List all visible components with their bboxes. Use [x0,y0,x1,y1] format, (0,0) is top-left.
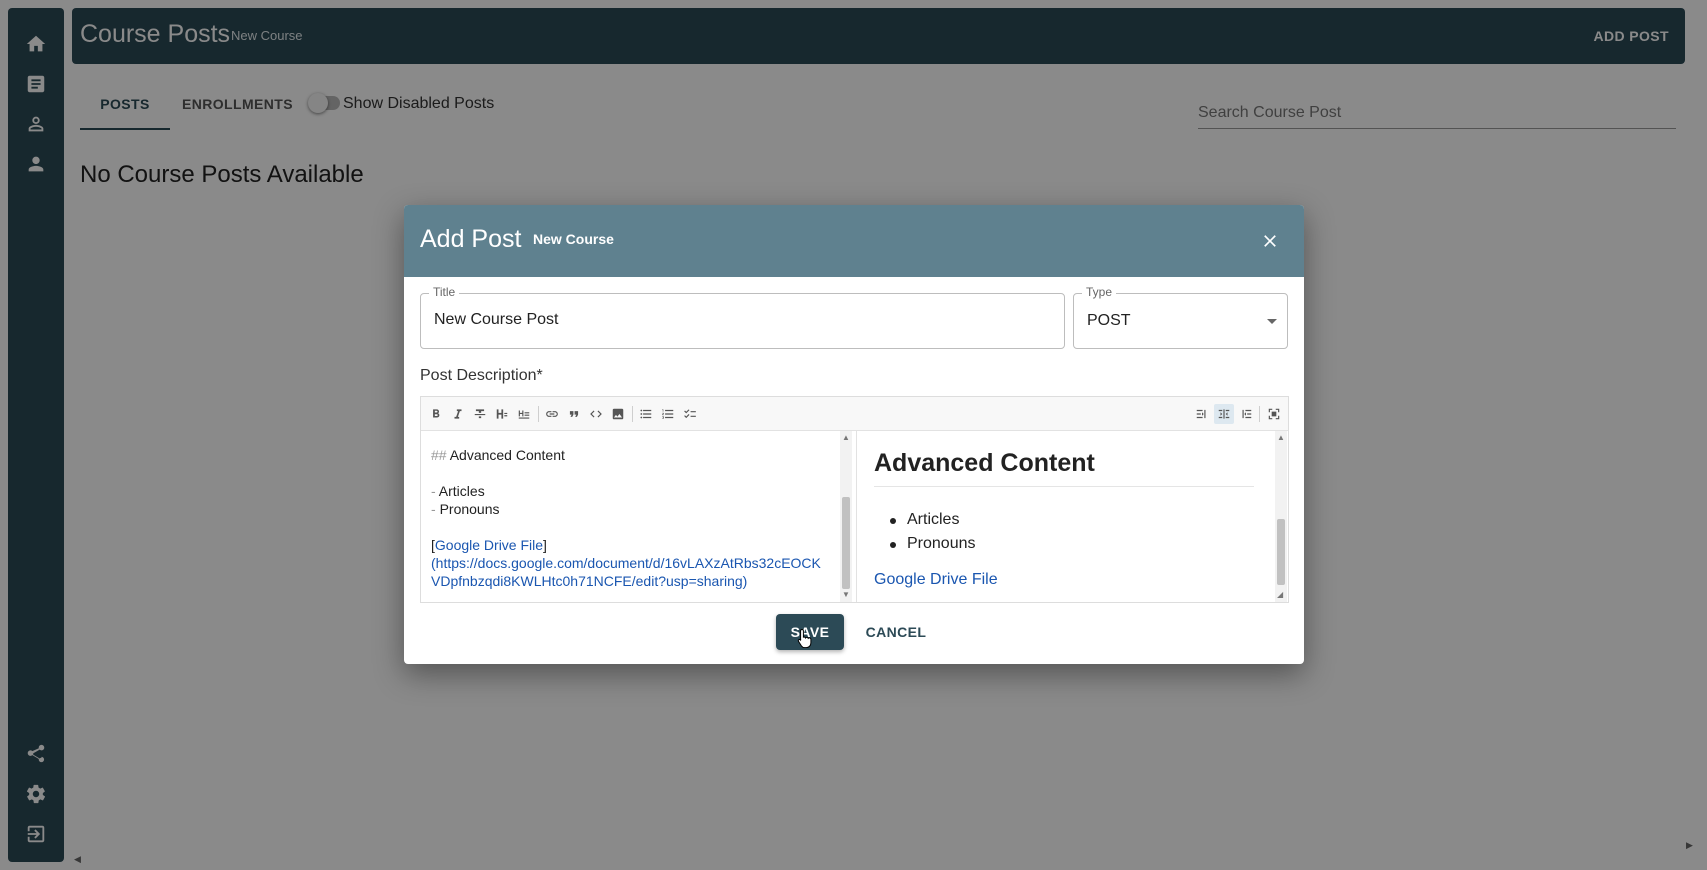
strikethrough-icon[interactable] [470,404,490,424]
fullscreen-icon[interactable] [1264,404,1284,424]
toolbar-separator [538,406,539,422]
scroll-up-arrow[interactable]: ▲ [842,433,850,442]
heading-icon[interactable] [492,404,512,424]
markdown-preview-pane: Advanced Content Articles Pronouns Googl… [857,431,1275,602]
preview-heading: Advanced Content [874,449,1095,477]
scrollbar-thumb[interactable] [842,497,850,589]
post-description-label: Post Description* [420,367,543,384]
preview-heading-rule [874,486,1254,487]
type-select-value: POST [1087,312,1131,329]
scroll-up-arrow[interactable]: ▲ [1277,433,1285,442]
preview-scrollbar[interactable]: ▲ ◢ [1275,431,1287,602]
italic-icon[interactable] [448,404,468,424]
heading-smaller-icon[interactable] [514,404,534,424]
preview-list-item: Articles [907,511,960,528]
cancel-button[interactable]: CANCEL [860,614,932,650]
type-select[interactable]: Type POST [1073,285,1288,349]
bullet-icon [890,542,896,548]
link-icon[interactable] [542,404,562,424]
quote-icon[interactable] [564,404,584,424]
link-bracket-close: ] [543,537,547,553]
resize-handle-icon[interactable]: ◢ [1277,590,1283,599]
type-field-label: Type [1082,285,1117,299]
preview-list-item: Pronouns [907,535,976,552]
source-scrollbar[interactable]: ▲ ▼ [840,431,852,602]
preview-link[interactable]: Google Drive File [874,571,998,589]
ordered-list-icon[interactable] [658,404,678,424]
bold-icon[interactable] [426,404,446,424]
side-by-side-icon[interactable] [1214,404,1234,424]
code-icon[interactable] [586,404,606,424]
markdown-editor: ## Advanced Content - Articles - Pronoun… [420,396,1289,603]
source-url-line-2: VDpfnbzqdi8KWLHtc0h71NCFE/edit?usp=shari… [431,573,748,589]
dialog-subtitle: New Course [533,231,614,247]
unordered-list-icon[interactable] [636,404,656,424]
title-field[interactable]: Title [420,285,1065,349]
dialog-header: Add Post New Course [404,205,1304,277]
checklist-icon[interactable] [680,404,700,424]
bullet-icon [890,518,896,524]
title-input[interactable] [434,311,1044,329]
source-list-item: Pronouns [439,501,500,517]
toolbar-separator [1259,406,1260,422]
chevron-down-icon [1267,319,1277,324]
close-icon[interactable] [1256,227,1284,255]
scroll-down-arrow[interactable]: ▼ [842,590,850,599]
source-link-text: Google Drive File [434,537,544,553]
list-marker: - [431,501,436,517]
title-field-label: Title [429,285,460,299]
edit-only-icon[interactable] [1192,404,1212,424]
scrollbar-thumb[interactable] [1277,519,1285,585]
preview-only-icon[interactable] [1236,404,1256,424]
add-post-dialog: Add Post New Course Title Type POST Post… [404,205,1304,664]
source-heading-text: Advanced Content [449,447,565,463]
editor-toolbar [421,397,1288,431]
markdown-source-pane[interactable]: ## Advanced Content - Articles - Pronoun… [421,431,821,602]
hand-pointer-cursor-icon [797,628,812,648]
image-icon[interactable] [608,404,628,424]
source-url-line-1: (https://docs.google.com/document/d/16vL… [431,555,821,571]
heading-marker: ## [431,447,447,463]
dialog-title: Add Post [420,225,522,253]
toolbar-separator [632,406,633,422]
list-marker: - [431,483,436,499]
source-list-item: Articles [438,483,485,499]
